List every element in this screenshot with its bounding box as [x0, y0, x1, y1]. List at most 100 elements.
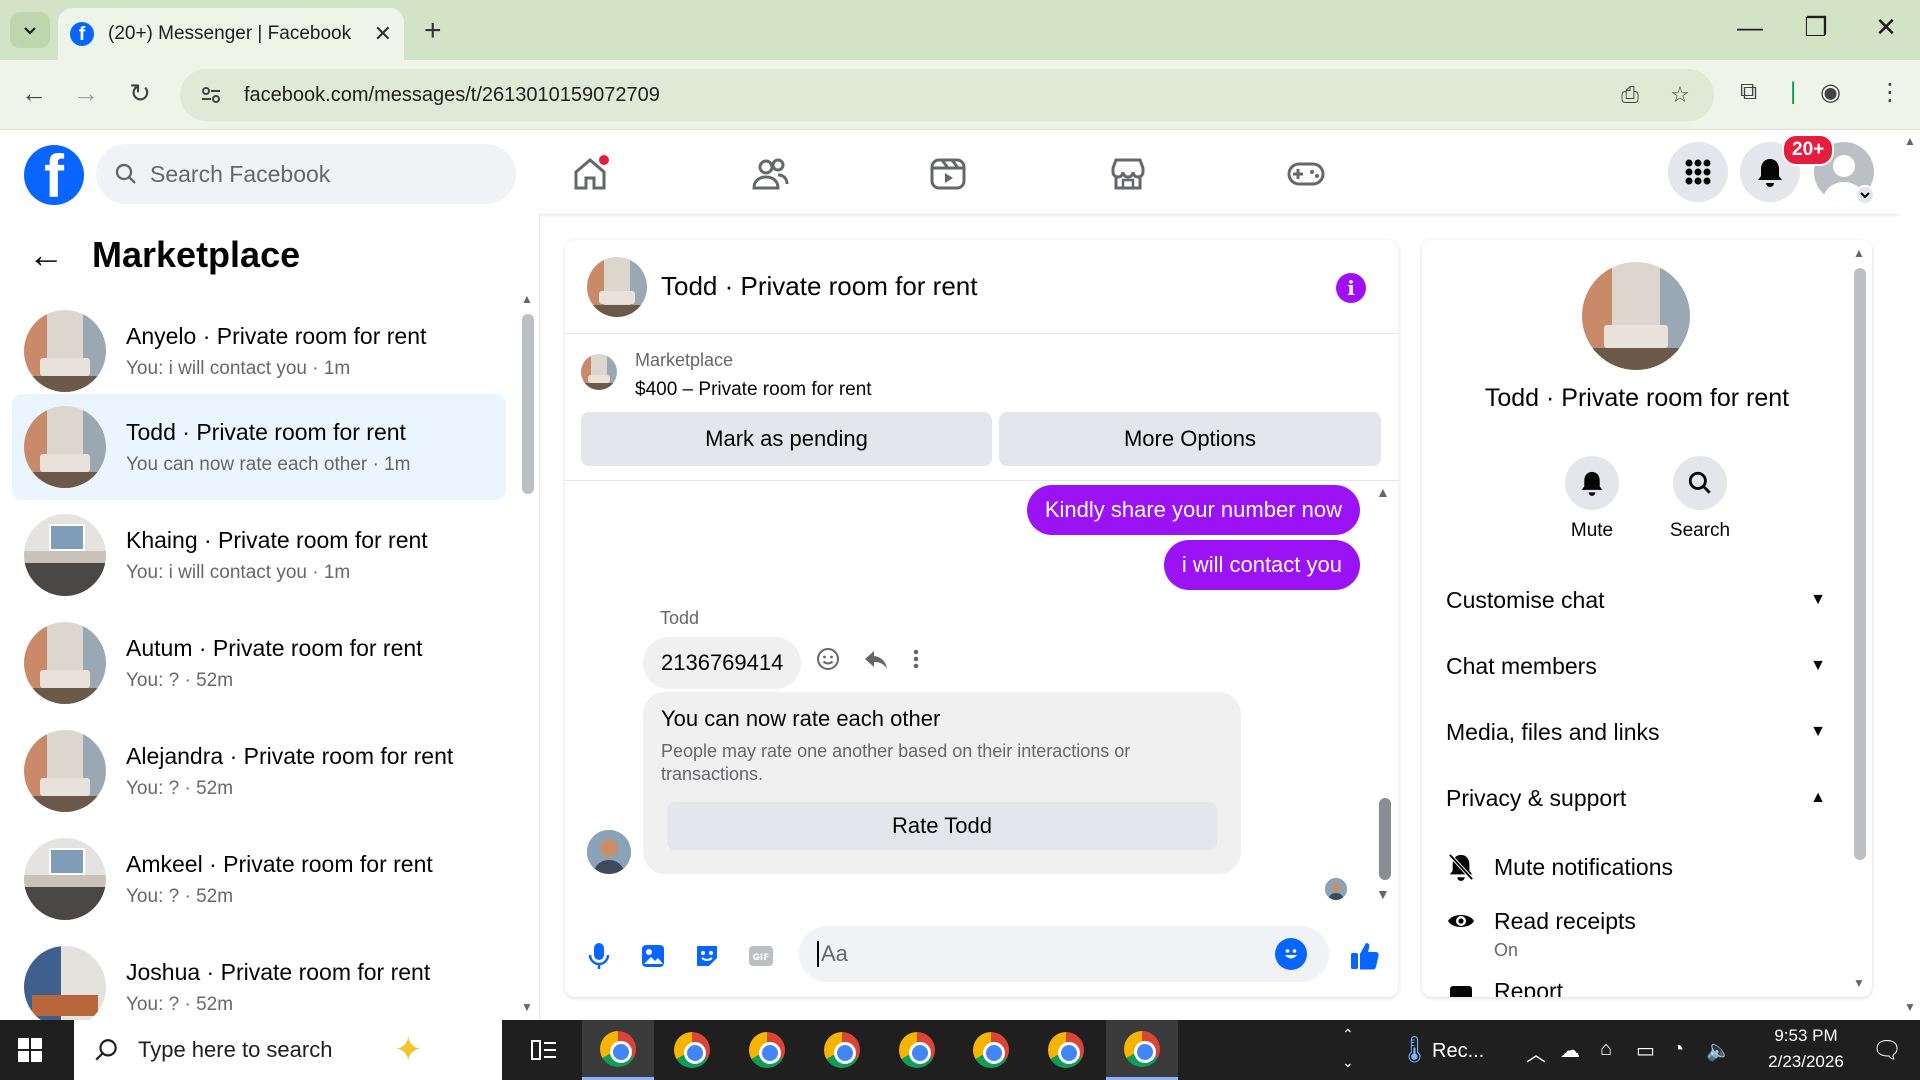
- conversation-item[interactable]: Amkeel · Private room for rent You: ? · 5…: [12, 826, 506, 932]
- incoming-message[interactable]: 2136769414: [643, 637, 802, 689]
- battery-icon[interactable]: ▭: [1636, 1038, 1655, 1063]
- react-smiley-icon[interactable]: [815, 646, 841, 672]
- address-bar[interactable]: facebook.com/messages/t/2613010159072709…: [180, 69, 1714, 121]
- tab-search-button[interactable]: [10, 12, 50, 48]
- section-chat-members[interactable]: Chat members ▼: [1446, 646, 1826, 686]
- volume-icon[interactable]: 🔈: [1706, 1038, 1731, 1063]
- conversation-item[interactable]: Autum · Private room for rent You: ? · 52…: [12, 610, 506, 716]
- chat-scroll-up-icon[interactable]: ▲: [1376, 484, 1390, 500]
- info-scroll-down-icon[interactable]: ▼: [1853, 976, 1865, 990]
- profile-icon[interactable]: ◉: [1820, 78, 1841, 107]
- sender-avatar[interactable]: [587, 830, 631, 874]
- clock-date[interactable]: 2/23/2026: [1748, 1052, 1864, 1072]
- read-receipts-item[interactable]: Read receipts: [1446, 906, 1636, 936]
- info-scroll-up-icon[interactable]: ▲: [1853, 246, 1865, 260]
- conversation-item-active[interactable]: Todd · Private room for rent You can now …: [12, 394, 506, 500]
- voice-clip-button[interactable]: [583, 940, 615, 972]
- report-item[interactable]: Report: [1446, 976, 1563, 997]
- taskbar-chrome-window[interactable]: [881, 1020, 953, 1080]
- more-vertical-icon[interactable]: [911, 646, 921, 672]
- mute-action[interactable]: Mute: [1552, 456, 1632, 542]
- extensions-icon[interactable]: ⧉: [1740, 78, 1757, 106]
- menu-button[interactable]: [1668, 142, 1728, 202]
- thermometer-icon[interactable]: 🌡: [1398, 1034, 1431, 1065]
- bookmark-star-icon[interactable]: ☆: [1666, 82, 1694, 108]
- conversation-item[interactable]: Joshua · Private room for rent You: ? · 5…: [12, 934, 506, 1020]
- facebook-search-input[interactable]: Search Facebook: [96, 144, 516, 204]
- notification-center-icon[interactable]: 🗨: [1872, 1036, 1902, 1065]
- taskbar-chrome-window[interactable]: [955, 1020, 1027, 1080]
- page-scrollbar[interactable]: ▲ ▼: [1900, 130, 1920, 1020]
- gif-button[interactable]: GIF: [745, 940, 777, 972]
- message-input[interactable]: Aa: [799, 926, 1329, 982]
- more-menu-icon[interactable]: ⋮: [1878, 78, 1902, 107]
- wifi-icon[interactable]: ◔: [1672, 1038, 1684, 1061]
- nav-video[interactable]: [918, 152, 978, 196]
- overflow-down-icon[interactable]: ⌄: [1342, 1054, 1354, 1071]
- chat-scrollbar[interactable]: [1379, 798, 1391, 880]
- restore-button[interactable]: ❐: [1796, 12, 1836, 43]
- attach-image-button[interactable]: [637, 940, 669, 972]
- close-window-button[interactable]: ✕: [1866, 12, 1906, 43]
- close-tab-icon[interactable]: ✕: [374, 21, 392, 47]
- back-arrow-icon[interactable]: ←: [28, 234, 64, 276]
- browser-tab[interactable]: f (20+) Messenger | Facebook ✕: [58, 8, 404, 60]
- windows-start-icon[interactable]: [18, 1038, 42, 1062]
- minimize-button[interactable]: —: [1730, 12, 1770, 43]
- more-options-button[interactable]: More Options: [999, 412, 1381, 466]
- forward-button[interactable]: →: [68, 78, 104, 109]
- scroll-down-arrow-icon[interactable]: ▼: [521, 1000, 533, 1014]
- reload-button[interactable]: ↻: [122, 78, 158, 109]
- outgoing-message[interactable]: Kindly share your number now: [1026, 485, 1360, 535]
- search-action[interactable]: Search: [1660, 456, 1740, 542]
- site-info-icon[interactable]: [200, 84, 222, 106]
- nav-friends[interactable]: [740, 152, 800, 196]
- back-button[interactable]: ←: [16, 78, 52, 109]
- new-tab-button[interactable]: +: [424, 14, 442, 48]
- outgoing-message[interactable]: i will contact you: [1163, 540, 1360, 590]
- like-button[interactable]: [1349, 940, 1381, 972]
- tray-app-label[interactable]: Rec...: [1432, 1040, 1484, 1063]
- mute-notifications-item[interactable]: Mute notifications: [1446, 852, 1673, 882]
- taskbar-chrome-window[interactable]: [1106, 1020, 1178, 1080]
- conversation-item[interactable]: Alejandra · Private room for rent You: ? …: [12, 718, 506, 824]
- chat-title[interactable]: Todd · Private room for rent: [661, 271, 977, 302]
- taskbar-chrome-window[interactable]: [656, 1020, 728, 1080]
- reply-icon[interactable]: [863, 646, 889, 672]
- task-view-button[interactable]: [508, 1020, 580, 1080]
- conversation-item[interactable]: Anyelo · Private room for rent You: i wil…: [12, 298, 506, 404]
- install-app-icon[interactable]: ⎙: [1616, 82, 1644, 108]
- sticker-button[interactable]: [691, 940, 723, 972]
- info-icon[interactable]: i: [1336, 273, 1366, 303]
- mark-as-pending-button[interactable]: Mark as pending: [581, 412, 992, 466]
- nav-gaming[interactable]: [1276, 152, 1336, 196]
- chat-scroll-down-icon[interactable]: ▼: [1376, 886, 1390, 902]
- taskbar-chrome-window[interactable]: [806, 1020, 878, 1080]
- facebook-logo-icon[interactable]: f: [24, 145, 84, 205]
- taskbar-chrome-window[interactable]: [1030, 1020, 1102, 1080]
- page-scroll-up-icon[interactable]: ▲: [1904, 134, 1916, 148]
- taskbar-search-input[interactable]: Type here to search ✦: [74, 1020, 502, 1080]
- meet-now-icon[interactable]: ⌂: [1600, 1038, 1612, 1061]
- rate-todd-button[interactable]: Rate Todd: [667, 802, 1217, 850]
- section-customise-chat[interactable]: Customise chat ▼: [1446, 580, 1826, 620]
- chat-avatar[interactable]: [587, 256, 647, 317]
- clock-time[interactable]: 9:53 PM: [1756, 1026, 1856, 1046]
- emoji-button[interactable]: [1275, 938, 1307, 970]
- nav-home[interactable]: [560, 152, 620, 196]
- page-scroll-down-icon[interactable]: ▼: [1904, 1000, 1916, 1014]
- overflow-up-icon[interactable]: ⌃: [1342, 1026, 1354, 1043]
- sidebar-scrollbar[interactable]: [522, 314, 534, 494]
- marketplace-listing-banner[interactable]: Marketplace $400 – Private room for rent: [581, 350, 872, 401]
- taskbar-chrome-window[interactable]: [582, 1020, 654, 1080]
- section-privacy-support[interactable]: Privacy & support ▲: [1446, 778, 1826, 818]
- tray-chevron-up-icon[interactable]: ︿: [1526, 1038, 1546, 1067]
- info-scrollbar[interactable]: [1854, 268, 1866, 860]
- taskbar-chrome-window[interactable]: [731, 1020, 803, 1080]
- scroll-up-arrow-icon[interactable]: ▲: [521, 292, 533, 306]
- section-media-files-links[interactable]: Media, files and links ▼: [1446, 712, 1826, 752]
- onedrive-icon[interactable]: ☁: [1560, 1038, 1580, 1063]
- info-avatar[interactable]: [1582, 262, 1690, 370]
- conversation-item[interactable]: Khaing · Private room for rent You: i wil…: [12, 502, 506, 608]
- account-chevron-icon[interactable]: [1855, 185, 1875, 205]
